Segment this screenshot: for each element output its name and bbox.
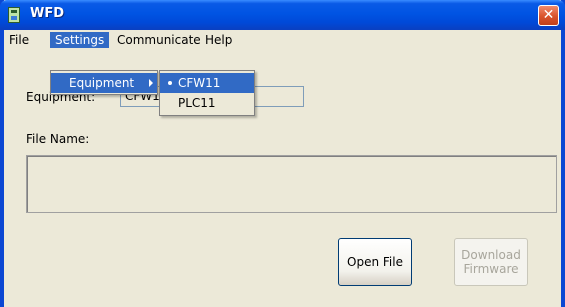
- firmware-label: Firmware: [463, 262, 519, 276]
- submenu-arrow-icon: [149, 79, 153, 87]
- wfd-window: WFD ✕ File Settings Communicate Help Equ…: [0, 0, 565, 307]
- submenu-item-plc11-label: PLC11: [178, 96, 216, 110]
- selected-bullet-icon: [168, 81, 172, 85]
- window-title: WFD: [30, 6, 65, 21]
- title-bar[interactable]: WFD ✕: [0, 0, 565, 30]
- menu-bar: File Settings Communicate Help: [4, 30, 561, 50]
- download-label: Download: [461, 248, 521, 262]
- open-file-button-label: Open File: [347, 255, 403, 269]
- open-file-button[interactable]: Open File: [338, 238, 412, 286]
- equipment-submenu: CFW11 PLC11: [159, 70, 255, 116]
- file-name-field[interactable]: [26, 155, 557, 213]
- menu-file[interactable]: File: [4, 32, 34, 48]
- submenu-item-cfw11[interactable]: CFW11: [160, 73, 254, 93]
- menu-help[interactable]: Help: [200, 32, 237, 48]
- menu-communicate[interactable]: Communicate: [112, 32, 206, 48]
- menu-item-equipment-label: Equipment: [69, 76, 135, 90]
- download-firmware-button[interactable]: Download Firmware: [454, 238, 528, 286]
- menu-settings[interactable]: Settings: [50, 32, 110, 48]
- submenu-item-cfw11-label: CFW11: [178, 76, 221, 90]
- settings-dropdown: Equipment: [50, 70, 158, 95]
- close-button[interactable]: ✕: [538, 5, 559, 26]
- app-icon: [8, 7, 20, 23]
- file-name-label: File Name:: [26, 132, 90, 146]
- submenu-item-plc11[interactable]: PLC11: [160, 93, 254, 113]
- menu-item-equipment[interactable]: Equipment: [51, 73, 157, 93]
